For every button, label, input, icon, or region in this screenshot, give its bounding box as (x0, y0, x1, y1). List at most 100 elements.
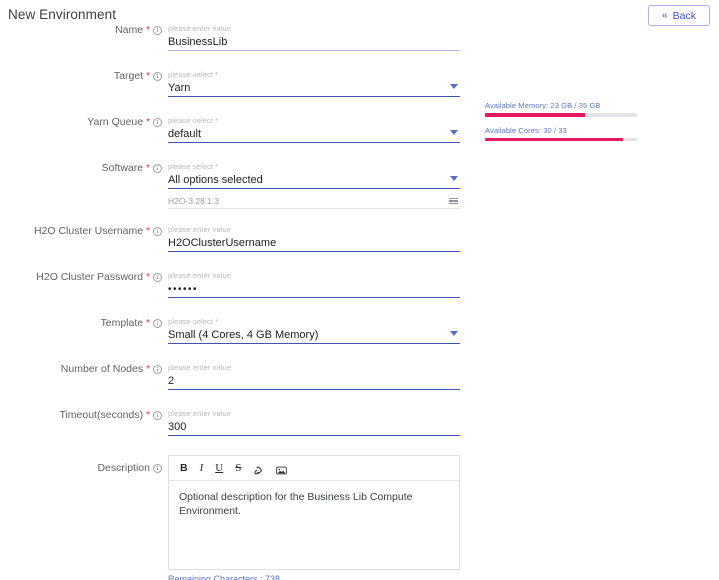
value-timeout-seconds: 300 (168, 421, 187, 433)
label-number-of-nodes-text: Number of Nodes (60, 363, 144, 375)
label-h2o-cluster-password: H2O Cluster Password * (0, 271, 168, 283)
label-template: Template * (0, 317, 168, 329)
form-row-h2o-cluster-username: H2O Cluster Username * please enter value H… (0, 225, 480, 252)
underline-icon[interactable]: U (215, 462, 223, 474)
label-yarn-queue-text: Yarn Queue (87, 116, 144, 128)
target-info-icon[interactable] (153, 71, 162, 81)
label-h2o-cluster-username: H2O Cluster Username * (0, 225, 168, 237)
form-row-software: Software * please select * All options sele… (0, 162, 480, 209)
placeholder-target: please select * (168, 70, 219, 79)
field-template: please select * Small (4 Cores, 4 GB Memo… (168, 317, 460, 344)
input-yarn-queue[interactable]: default (168, 126, 460, 143)
template-info-icon[interactable] (153, 318, 162, 328)
field-timeout-seconds: please enter value 300 (168, 409, 460, 436)
list-icon[interactable] (449, 197, 458, 205)
label-timeout-seconds-text: Timeout(seconds) (59, 409, 144, 421)
strikethrough-icon[interactable]: S (235, 462, 241, 474)
available-memory-meter: Available Memory: 23 GB / 35 GB (485, 101, 637, 117)
back-button[interactable]: « Back (648, 5, 710, 26)
input-timeout-seconds[interactable]: 300 (168, 419, 460, 436)
required-marker: * (146, 363, 150, 375)
placeholder-software: please select * (168, 162, 219, 171)
placeholder-number-of-nodes: please enter value (168, 363, 232, 372)
field-yarn-queue: please select * default (168, 116, 460, 143)
link-icon[interactable] (253, 463, 264, 474)
selected-software-item[interactable]: H2O-3.28.1.3 (168, 194, 460, 209)
form-row-target: Target * please select * Yarn (0, 70, 480, 97)
available-memory-caption: Available Memory: 23 GB / 35 GB (485, 101, 601, 110)
placeholder-h2o-cluster-password: please enter value (168, 271, 232, 280)
placeholder-yarn-queue: please select * (168, 116, 219, 125)
input-software[interactable]: All options selected (168, 172, 460, 189)
label-software: Software * (0, 162, 168, 174)
label-target: Target * (0, 70, 168, 82)
label-name: Name * (0, 24, 168, 36)
label-h2o-cluster-password-text: H2O Cluster Password (36, 271, 144, 283)
chevron-down-icon[interactable] (450, 84, 458, 89)
field-name: please enter value BusinessLib (168, 24, 460, 51)
description-text[interactable]: Optional description for the Business Li… (169, 481, 459, 569)
required-marker: * (146, 70, 150, 82)
software-info-icon[interactable] (153, 163, 162, 173)
new-environment-page: New Environment « Back Available Memory:… (0, 0, 719, 580)
required-marker: * (146, 162, 150, 174)
form-row-h2o-cluster-password: H2O Cluster Password * please enter value •… (0, 271, 480, 298)
chevron-down-icon[interactable] (450, 176, 458, 181)
value-h2o-cluster-username: H2OClusterUsername (168, 237, 277, 249)
input-number-of-nodes[interactable]: 2 (168, 373, 460, 390)
field-h2o-cluster-username: please enter value H2OClusterUsername (168, 225, 460, 252)
available-cores-meter: Available Cores: 30 / 33 (485, 125, 637, 141)
input-template[interactable]: Small (4 Cores, 4 GB Memory) (168, 327, 460, 344)
input-target[interactable]: Yarn (168, 80, 460, 97)
field-h2o-cluster-password: please enter value •••••• (168, 271, 460, 298)
input-name[interactable]: BusinessLib (168, 34, 460, 51)
new-environment-form: Name * please enter value BusinessLib Target… (0, 24, 480, 580)
field-number-of-nodes: please enter value 2 (168, 363, 460, 390)
value-h2o-cluster-password: •••••• (168, 283, 199, 295)
timeout-seconds-info-icon[interactable] (153, 410, 162, 420)
value-template: Small (4 Cores, 4 GB Memory) (168, 329, 319, 341)
double-chevron-left-icon: « (662, 9, 668, 21)
yarn-queue-info-icon[interactable] (153, 117, 162, 127)
field-target: please select * Yarn (168, 70, 460, 97)
field-software: please select * All options selected H2O-3… (168, 162, 460, 209)
back-button-label: Back (672, 9, 696, 22)
remaining-characters: Remaining Characters : 738 (168, 574, 281, 580)
bold-icon[interactable]: B (180, 463, 188, 474)
form-row-yarn-queue: Yarn Queue * please select * default (0, 116, 480, 143)
label-timeout-seconds: Timeout(seconds) * (0, 409, 168, 421)
required-marker: * (146, 116, 150, 128)
label-name-text: Name (115, 24, 144, 36)
available-cores-caption: Available Cores: 30 / 33 (485, 125, 567, 135)
chevron-down-icon[interactable] (450, 130, 458, 135)
available-memory-bar (485, 113, 637, 117)
label-h2o-cluster-username-text: H2O Cluster Username (33, 225, 144, 237)
placeholder-timeout-seconds: please enter value (168, 409, 232, 418)
italic-icon[interactable]: I (200, 462, 204, 474)
input-h2o-cluster-password[interactable]: •••••• (168, 281, 460, 298)
h2o-cluster-password-info-icon[interactable] (153, 272, 162, 282)
label-software-text: Software (101, 162, 144, 174)
input-h2o-cluster-username[interactable]: H2OClusterUsername (168, 235, 460, 252)
value-number-of-nodes: 2 (168, 375, 175, 387)
value-yarn-queue: default (168, 128, 202, 140)
image-icon[interactable] (276, 463, 288, 474)
required-marker: * (146, 24, 150, 36)
placeholder-name: please enter value (168, 24, 232, 33)
form-row-template: Template * please select * Small (4 Cores, … (0, 317, 480, 344)
description-info-icon[interactable] (153, 463, 162, 473)
description-editor: B I U S Optional description for the Busines… (168, 455, 460, 570)
form-row-timeout-seconds: Timeout(seconds) * please enter value 300 (0, 409, 480, 436)
page-title: New Environment (8, 7, 117, 22)
number-of-nodes-info-icon[interactable] (153, 364, 162, 374)
placeholder-template: please select * (168, 317, 219, 326)
name-info-icon[interactable] (153, 25, 162, 35)
h2o-cluster-username-info-icon[interactable] (153, 226, 162, 236)
value-target: Yarn (168, 82, 191, 94)
required-marker: * (146, 225, 150, 237)
selected-software-name: H2O-3.28.1.3 (168, 196, 220, 206)
chevron-down-icon[interactable] (450, 331, 458, 336)
field-description: B I U S Optional description for the Busines… (168, 455, 460, 580)
form-row-description: Description B I U S Optional description for … (0, 455, 480, 580)
required-marker: * (146, 409, 150, 421)
